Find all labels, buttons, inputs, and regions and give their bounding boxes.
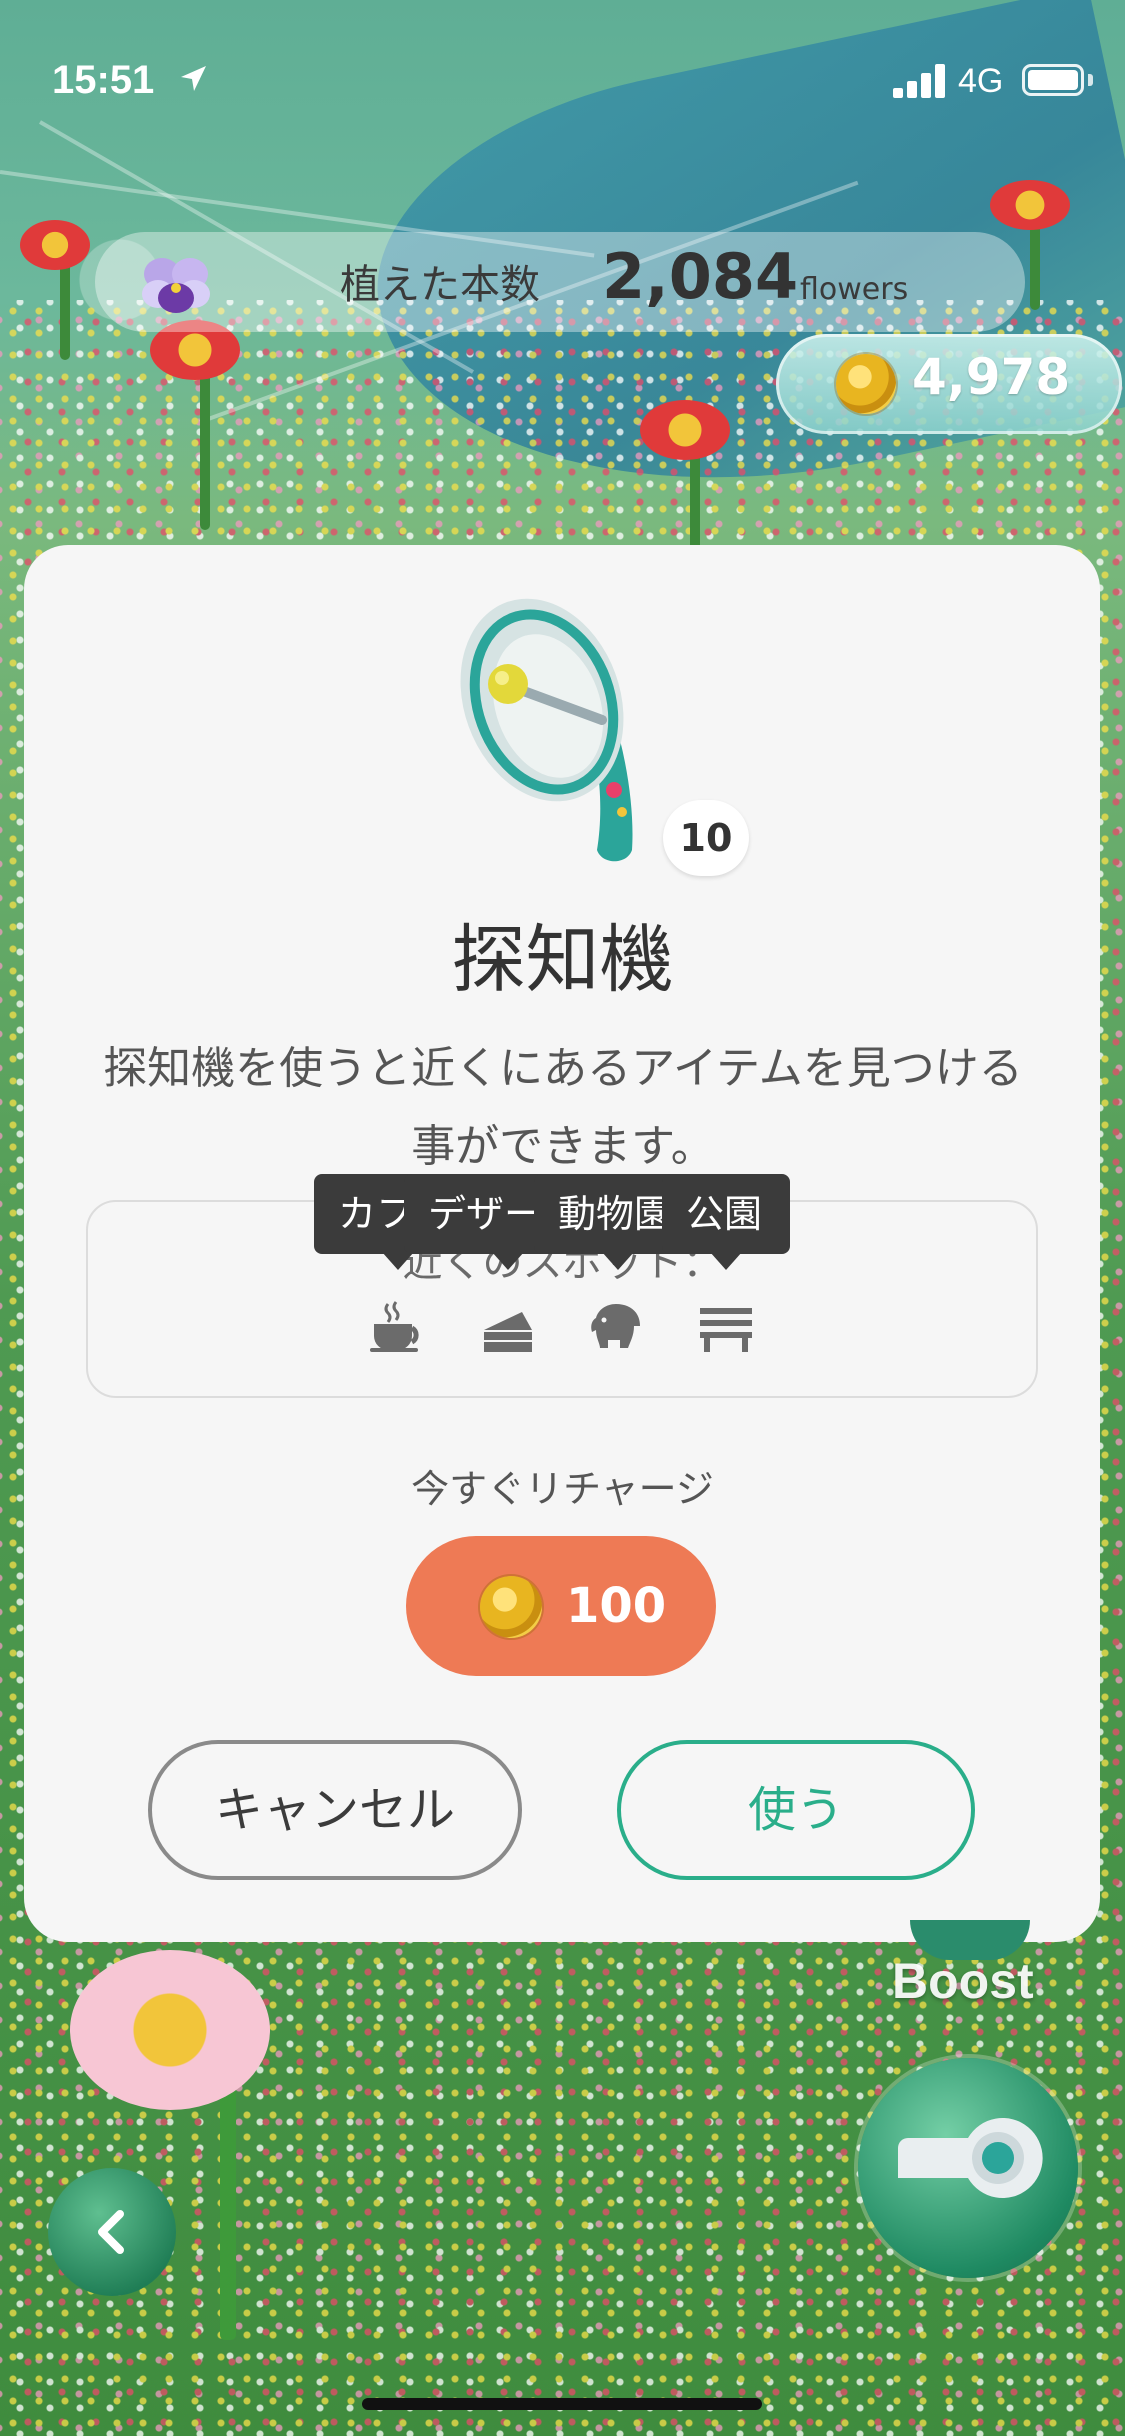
- cake-icon[interactable]: [478, 1300, 538, 1354]
- coffee-cup-icon[interactable]: [368, 1300, 428, 1354]
- recharge-price: 100: [566, 1578, 667, 1634]
- flower-stem: [200, 360, 210, 530]
- tooltip-caret: [710, 1252, 742, 1270]
- spot-tooltip-dessert: デザート: [404, 1174, 554, 1254]
- whistle-button[interactable]: [858, 2058, 1078, 2278]
- back-button[interactable]: [48, 2168, 176, 2296]
- modal-description: 探知機を使うと近くにあるアイテムを見つける事ができます。: [103, 1043, 1023, 1172]
- coin-icon: [480, 1576, 542, 1638]
- whistle-icon: [898, 2118, 1043, 2198]
- megaphone-icon: [460, 598, 633, 862]
- use-button[interactable]: 使う: [617, 1740, 975, 1880]
- planted-count: 2,084: [602, 240, 799, 313]
- bench-icon[interactable]: [696, 1300, 756, 1354]
- flower-bloom: [20, 220, 90, 270]
- flower-bloom: [640, 400, 730, 460]
- chevron-left-icon: [98, 2210, 124, 2254]
- flower-bloom: [990, 180, 1070, 230]
- flower-bloom: [70, 1950, 270, 2110]
- flower-stem: [60, 260, 70, 360]
- location-arrow-icon: [181, 66, 206, 91]
- tooltip-caret: [602, 1252, 634, 1270]
- boost-label: Boost: [892, 1953, 1034, 2009]
- status-time: 15:51: [52, 58, 155, 102]
- elephant-icon[interactable]: [588, 1300, 648, 1354]
- cellular-signal-icon: [893, 64, 947, 98]
- spot-tooltip-park: 公園: [662, 1174, 790, 1254]
- coin-balance: 4,978: [912, 348, 1071, 406]
- tooltip-caret: [492, 1252, 524, 1270]
- modal-title: 探知機: [451, 917, 674, 1003]
- network-type: 4G: [958, 62, 1004, 100]
- coin-icon: [836, 354, 896, 414]
- cancel-button[interactable]: キャンセル: [148, 1740, 522, 1880]
- item-quantity-badge: 10: [663, 800, 749, 876]
- planted-unit: flowers: [800, 272, 909, 307]
- recharge-label: 今すぐリチャージ: [411, 1467, 714, 1511]
- tooltip-caret: [382, 1252, 414, 1270]
- pansy-flower-icon: [142, 258, 210, 313]
- battery-icon: [1022, 64, 1084, 96]
- status-bar: 15:51 4G: [0, 0, 1125, 150]
- battery-cap: [1088, 74, 1093, 86]
- home-indicator[interactable]: [362, 2398, 762, 2410]
- planted-label: 植えた本数: [340, 262, 540, 308]
- recharge-button[interactable]: [406, 1536, 716, 1676]
